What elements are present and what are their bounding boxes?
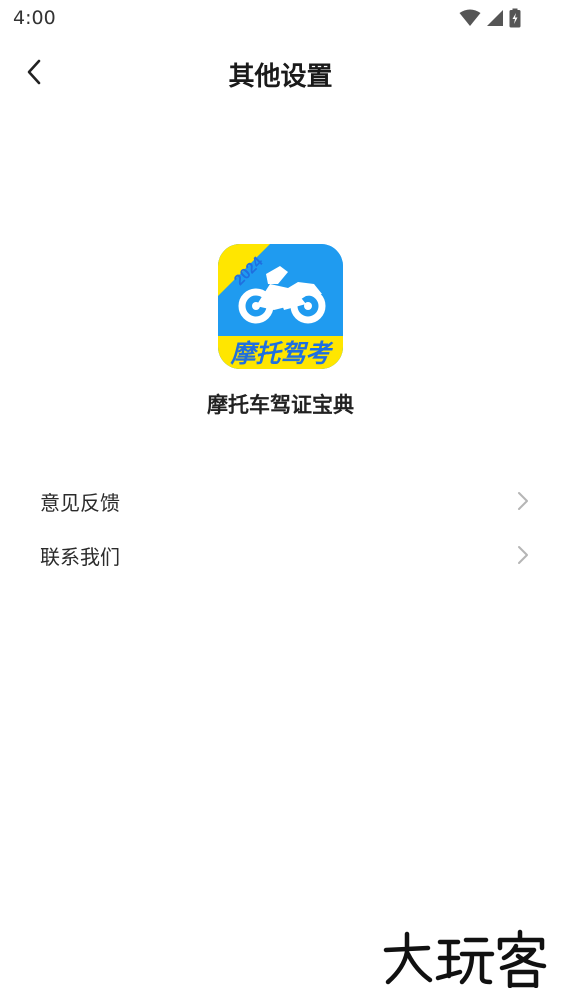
motorcycle-icon: 2024 摩托驾考 [218, 244, 343, 369]
battery-icon [509, 8, 521, 28]
title-bar: 其他设置 [0, 44, 561, 100]
app-logo: 2024 摩托驾考 [218, 244, 343, 369]
status-bar: 4:00 [0, 0, 561, 38]
status-icons [459, 7, 521, 29]
menu-item-label: 意见反馈 [40, 491, 120, 515]
chevron-right-icon [518, 492, 528, 510]
status-time: 4:00 [13, 7, 56, 29]
menu-item-label: 联系我们 [40, 545, 120, 569]
app-icon-text: 摩托驾考 [229, 339, 333, 368]
menu-item-contact-us[interactable]: 联系我们 [0, 530, 561, 580]
page-title: 其他设置 [228, 62, 333, 92]
wifi-icon [459, 9, 481, 26]
signal-icon [487, 10, 503, 26]
app-name: 摩托车驾证宝典 [207, 393, 354, 417]
watermark-logo [383, 929, 547, 988]
menu-item-feedback[interactable]: 意见反馈 [0, 476, 561, 526]
chevron-right-icon [518, 546, 528, 564]
